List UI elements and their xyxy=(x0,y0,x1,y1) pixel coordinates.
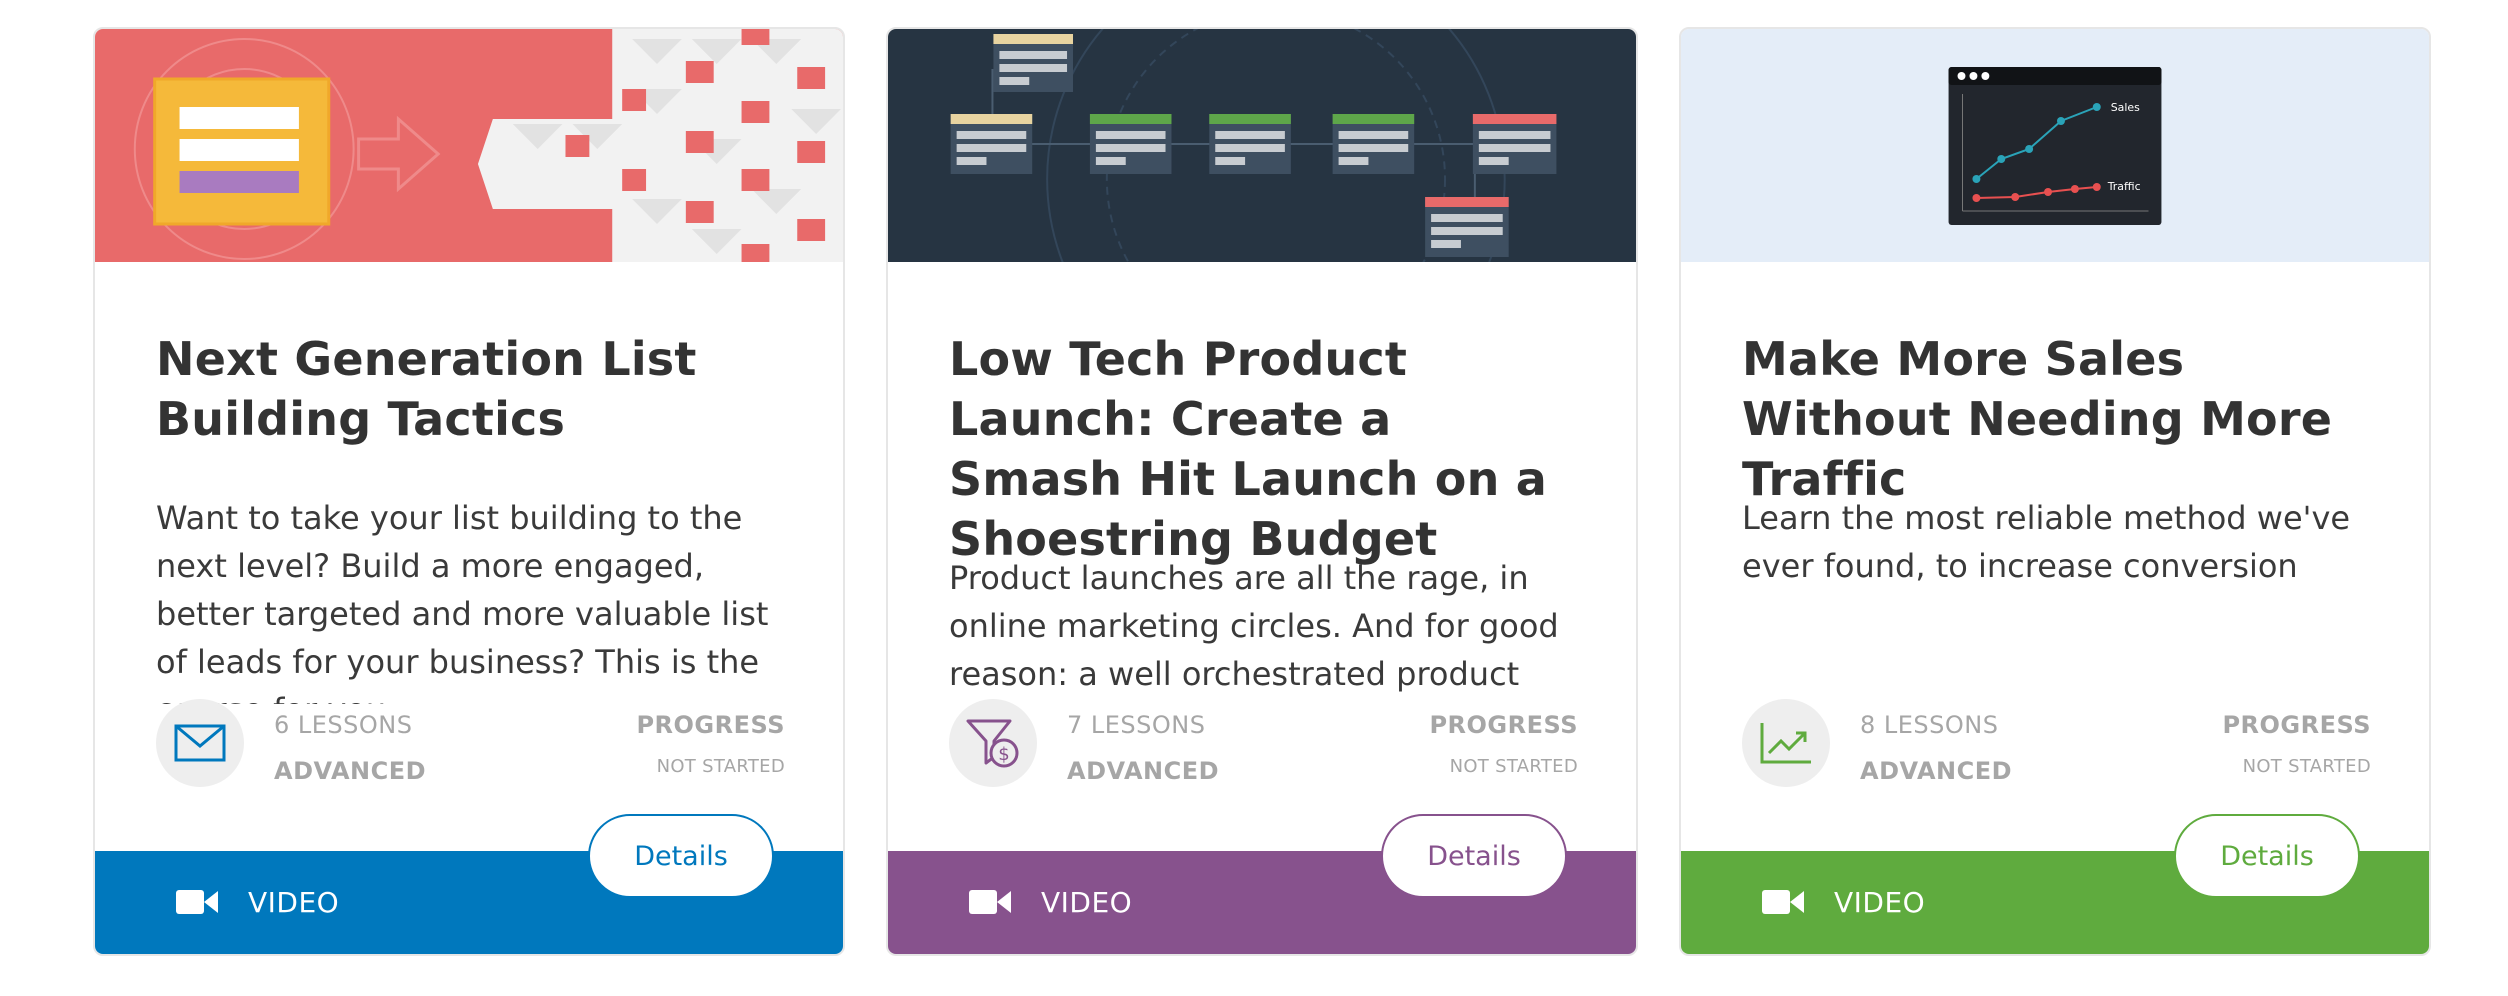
course-card-grid: Next Generation List Building Tactics Wa… xyxy=(0,0,2508,996)
details-button[interactable]: Details xyxy=(588,814,774,898)
course-badge: $ xyxy=(949,699,1037,787)
lesson-count: 6 LESSONS xyxy=(274,711,413,739)
course-badge xyxy=(1742,699,1830,787)
trend-chart-icon xyxy=(1760,723,1811,764)
video-camera-icon xyxy=(176,890,218,914)
course-thumbnail[interactable] xyxy=(95,29,843,262)
course-description: Want to take your list building to the n… xyxy=(156,499,769,704)
lesson-count: 8 LESSONS xyxy=(1860,711,1999,739)
media-type-label: VIDEO xyxy=(248,886,340,919)
sales-chart-illustration: Sales Traffic xyxy=(1681,29,2429,262)
course-level: ADVANCED xyxy=(1067,757,1220,785)
course-description: Learn the most reliable method we've eve… xyxy=(1742,499,2351,585)
details-button[interactable]: Details xyxy=(2174,814,2360,898)
details-button[interactable]: Details xyxy=(1381,814,1567,898)
course-badge xyxy=(156,699,244,787)
progress-label: PROGRESS xyxy=(1429,711,1578,739)
course-title[interactable]: Low Tech Product Launch: Create a Smash … xyxy=(949,329,1578,569)
video-camera-icon xyxy=(1762,890,1804,914)
media-type-label: VIDEO xyxy=(1041,886,1133,919)
progress-status: NOT STARTED xyxy=(656,756,785,777)
course-title[interactable]: Next Generation List Building Tactics xyxy=(156,329,785,449)
course-description: Product launches are all the rage, in on… xyxy=(949,559,1559,704)
course-level: ADVANCED xyxy=(1860,757,2013,785)
course-card[interactable]: Next Generation List Building Tactics Wa… xyxy=(93,27,845,956)
video-camera-icon xyxy=(969,890,1011,914)
course-card[interactable]: Sales Traffic Make More Sales Without Ne… xyxy=(1679,27,2431,956)
list-building-illustration xyxy=(95,29,843,262)
media-type-label: VIDEO xyxy=(1834,886,1926,919)
product-launch-illustration xyxy=(888,29,1636,262)
course-level: ADVANCED xyxy=(274,757,427,785)
course-title[interactable]: Make More Sales Without Needing More Tra… xyxy=(1742,329,2371,509)
progress-label: PROGRESS xyxy=(636,711,785,739)
progress-status: NOT STARTED xyxy=(1449,756,1578,777)
course-thumbnail[interactable]: Sales Traffic xyxy=(1681,29,2429,262)
traffic-label: Traffic xyxy=(2107,180,2141,193)
course-card[interactable]: Low Tech Product Launch: Create a Smash … xyxy=(886,27,1638,956)
envelope-icon xyxy=(174,724,226,762)
course-thumbnail[interactable] xyxy=(888,29,1636,262)
svg-text:$: $ xyxy=(998,744,1009,765)
lesson-count: 7 LESSONS xyxy=(1067,711,1206,739)
progress-status: NOT STARTED xyxy=(2242,756,2371,777)
funnel-dollar-icon: $ xyxy=(966,719,1019,768)
sales-label: Sales xyxy=(2111,101,2140,114)
progress-label: PROGRESS xyxy=(2222,711,2371,739)
